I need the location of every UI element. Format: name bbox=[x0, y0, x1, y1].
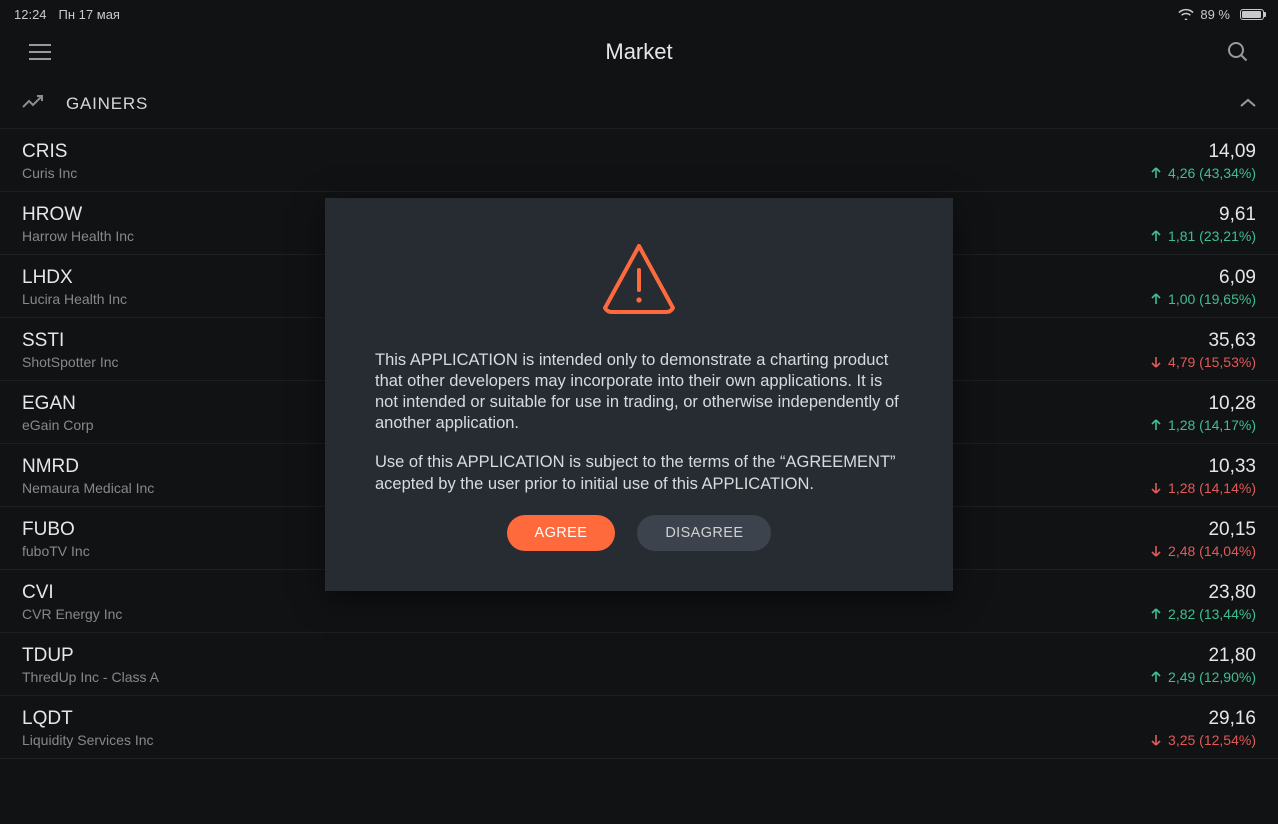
ticker-symbol: EGAN bbox=[22, 393, 94, 415]
section-label: GAINERS bbox=[66, 94, 1240, 114]
change-value: 2,49 (12,90%) bbox=[1168, 669, 1256, 685]
ticker-symbol: TDUP bbox=[22, 645, 159, 667]
price-change: 1,00 (19,65%) bbox=[1150, 291, 1256, 307]
change-value: 4,26 (43,34%) bbox=[1168, 165, 1256, 181]
change-value: 4,79 (15,53%) bbox=[1168, 354, 1256, 370]
chevron-up-icon[interactable] bbox=[1240, 95, 1256, 113]
search-button[interactable] bbox=[1224, 38, 1252, 66]
stock-price: 9,61 bbox=[1219, 204, 1256, 226]
arrow-down-icon bbox=[1150, 482, 1162, 494]
price-change: 2,49 (12,90%) bbox=[1150, 669, 1256, 685]
change-value: 1,28 (14,17%) bbox=[1168, 417, 1256, 433]
menu-button[interactable] bbox=[26, 38, 54, 66]
change-value: 1,28 (14,14%) bbox=[1168, 480, 1256, 496]
company-name: Harrow Health Inc bbox=[22, 228, 134, 244]
status-time: 12:24 bbox=[14, 7, 47, 22]
wifi-icon bbox=[1178, 8, 1194, 20]
price-change: 1,81 (23,21%) bbox=[1150, 228, 1256, 244]
status-bar: 12:24 Пн 17 мая 89 % bbox=[0, 0, 1278, 24]
ticker-symbol: CRIS bbox=[22, 141, 77, 163]
company-name: eGain Corp bbox=[22, 417, 94, 433]
arrow-up-icon bbox=[1150, 293, 1162, 305]
stock-price: 10,33 bbox=[1208, 456, 1256, 478]
company-name: Curis Inc bbox=[22, 165, 77, 181]
price-change: 4,79 (15,53%) bbox=[1150, 354, 1256, 370]
change-value: 1,81 (23,21%) bbox=[1168, 228, 1256, 244]
stock-price: 6,09 bbox=[1219, 267, 1256, 289]
stock-price: 20,15 bbox=[1208, 519, 1256, 541]
ticker-symbol: FUBO bbox=[22, 519, 90, 541]
price-change: 1,28 (14,14%) bbox=[1150, 480, 1256, 496]
modal-paragraph-1: This APPLICATION is intended only to dem… bbox=[375, 350, 903, 434]
arrow-up-icon bbox=[1150, 167, 1162, 179]
app-header: Market bbox=[0, 24, 1278, 80]
ticker-symbol: LQDT bbox=[22, 708, 154, 730]
ticker-symbol: LHDX bbox=[22, 267, 127, 289]
battery-percent: 89 % bbox=[1200, 7, 1230, 22]
stock-price: 21,80 bbox=[1208, 645, 1256, 667]
stock-row[interactable]: LQDT Liquidity Services Inc 29,16 3,25 (12,… bbox=[0, 696, 1278, 759]
price-change: 4,26 (43,34%) bbox=[1150, 165, 1256, 181]
change-value: 1,00 (19,65%) bbox=[1168, 291, 1256, 307]
stock-price: 29,16 bbox=[1208, 708, 1256, 730]
battery-icon bbox=[1236, 9, 1264, 20]
arrow-up-icon bbox=[1150, 230, 1162, 242]
ticker-symbol: CVI bbox=[22, 582, 122, 604]
company-name: Lucira Health Inc bbox=[22, 291, 127, 307]
company-name: ThredUp Inc - Class A bbox=[22, 669, 159, 685]
arrow-down-icon bbox=[1150, 356, 1162, 368]
company-name: fuboTV Inc bbox=[22, 543, 90, 559]
stock-price: 35,63 bbox=[1208, 330, 1256, 352]
price-change: 3,25 (12,54%) bbox=[1150, 732, 1256, 748]
change-value: 3,25 (12,54%) bbox=[1168, 732, 1256, 748]
stock-price: 23,80 bbox=[1208, 582, 1256, 604]
modal-body: This APPLICATION is intended only to dem… bbox=[375, 350, 903, 495]
price-change: 1,28 (14,17%) bbox=[1150, 417, 1256, 433]
ticker-symbol: NMRD bbox=[22, 456, 154, 478]
warning-icon bbox=[375, 242, 903, 316]
stock-row[interactable]: TDUP ThredUp Inc - Class A 21,80 2,49 (12,9… bbox=[0, 633, 1278, 696]
stock-row[interactable]: CRIS Curis Inc 14,09 4,26 (43,34%) bbox=[0, 129, 1278, 192]
ticker-symbol: HROW bbox=[22, 204, 134, 226]
page-title: Market bbox=[605, 39, 672, 65]
company-name: Liquidity Services Inc bbox=[22, 732, 154, 748]
disclaimer-modal: This APPLICATION is intended only to dem… bbox=[325, 198, 953, 591]
company-name: ShotSpotter Inc bbox=[22, 354, 119, 370]
arrow-down-icon bbox=[1150, 734, 1162, 746]
section-header-gainers[interactable]: GAINERS bbox=[0, 80, 1278, 129]
arrow-down-icon bbox=[1150, 545, 1162, 557]
arrow-up-icon bbox=[1150, 419, 1162, 431]
price-change: 2,82 (13,44%) bbox=[1150, 606, 1256, 622]
modal-paragraph-2: Use of this APPLICATION is subject to th… bbox=[375, 452, 903, 494]
company-name: Nemaura Medical Inc bbox=[22, 480, 154, 496]
company-name: CVR Energy Inc bbox=[22, 606, 122, 622]
stock-price: 10,28 bbox=[1208, 393, 1256, 415]
stock-price: 14,09 bbox=[1208, 141, 1256, 163]
status-date: Пн 17 мая bbox=[59, 7, 120, 22]
trending-up-icon bbox=[22, 95, 44, 114]
arrow-up-icon bbox=[1150, 671, 1162, 683]
change-value: 2,82 (13,44%) bbox=[1168, 606, 1256, 622]
ticker-symbol: SSTI bbox=[22, 330, 119, 352]
price-change: 2,48 (14,04%) bbox=[1150, 543, 1256, 559]
agree-button[interactable]: AGREE bbox=[507, 515, 616, 551]
change-value: 2,48 (14,04%) bbox=[1168, 543, 1256, 559]
arrow-up-icon bbox=[1150, 608, 1162, 620]
disagree-button[interactable]: DISAGREE bbox=[637, 515, 771, 551]
